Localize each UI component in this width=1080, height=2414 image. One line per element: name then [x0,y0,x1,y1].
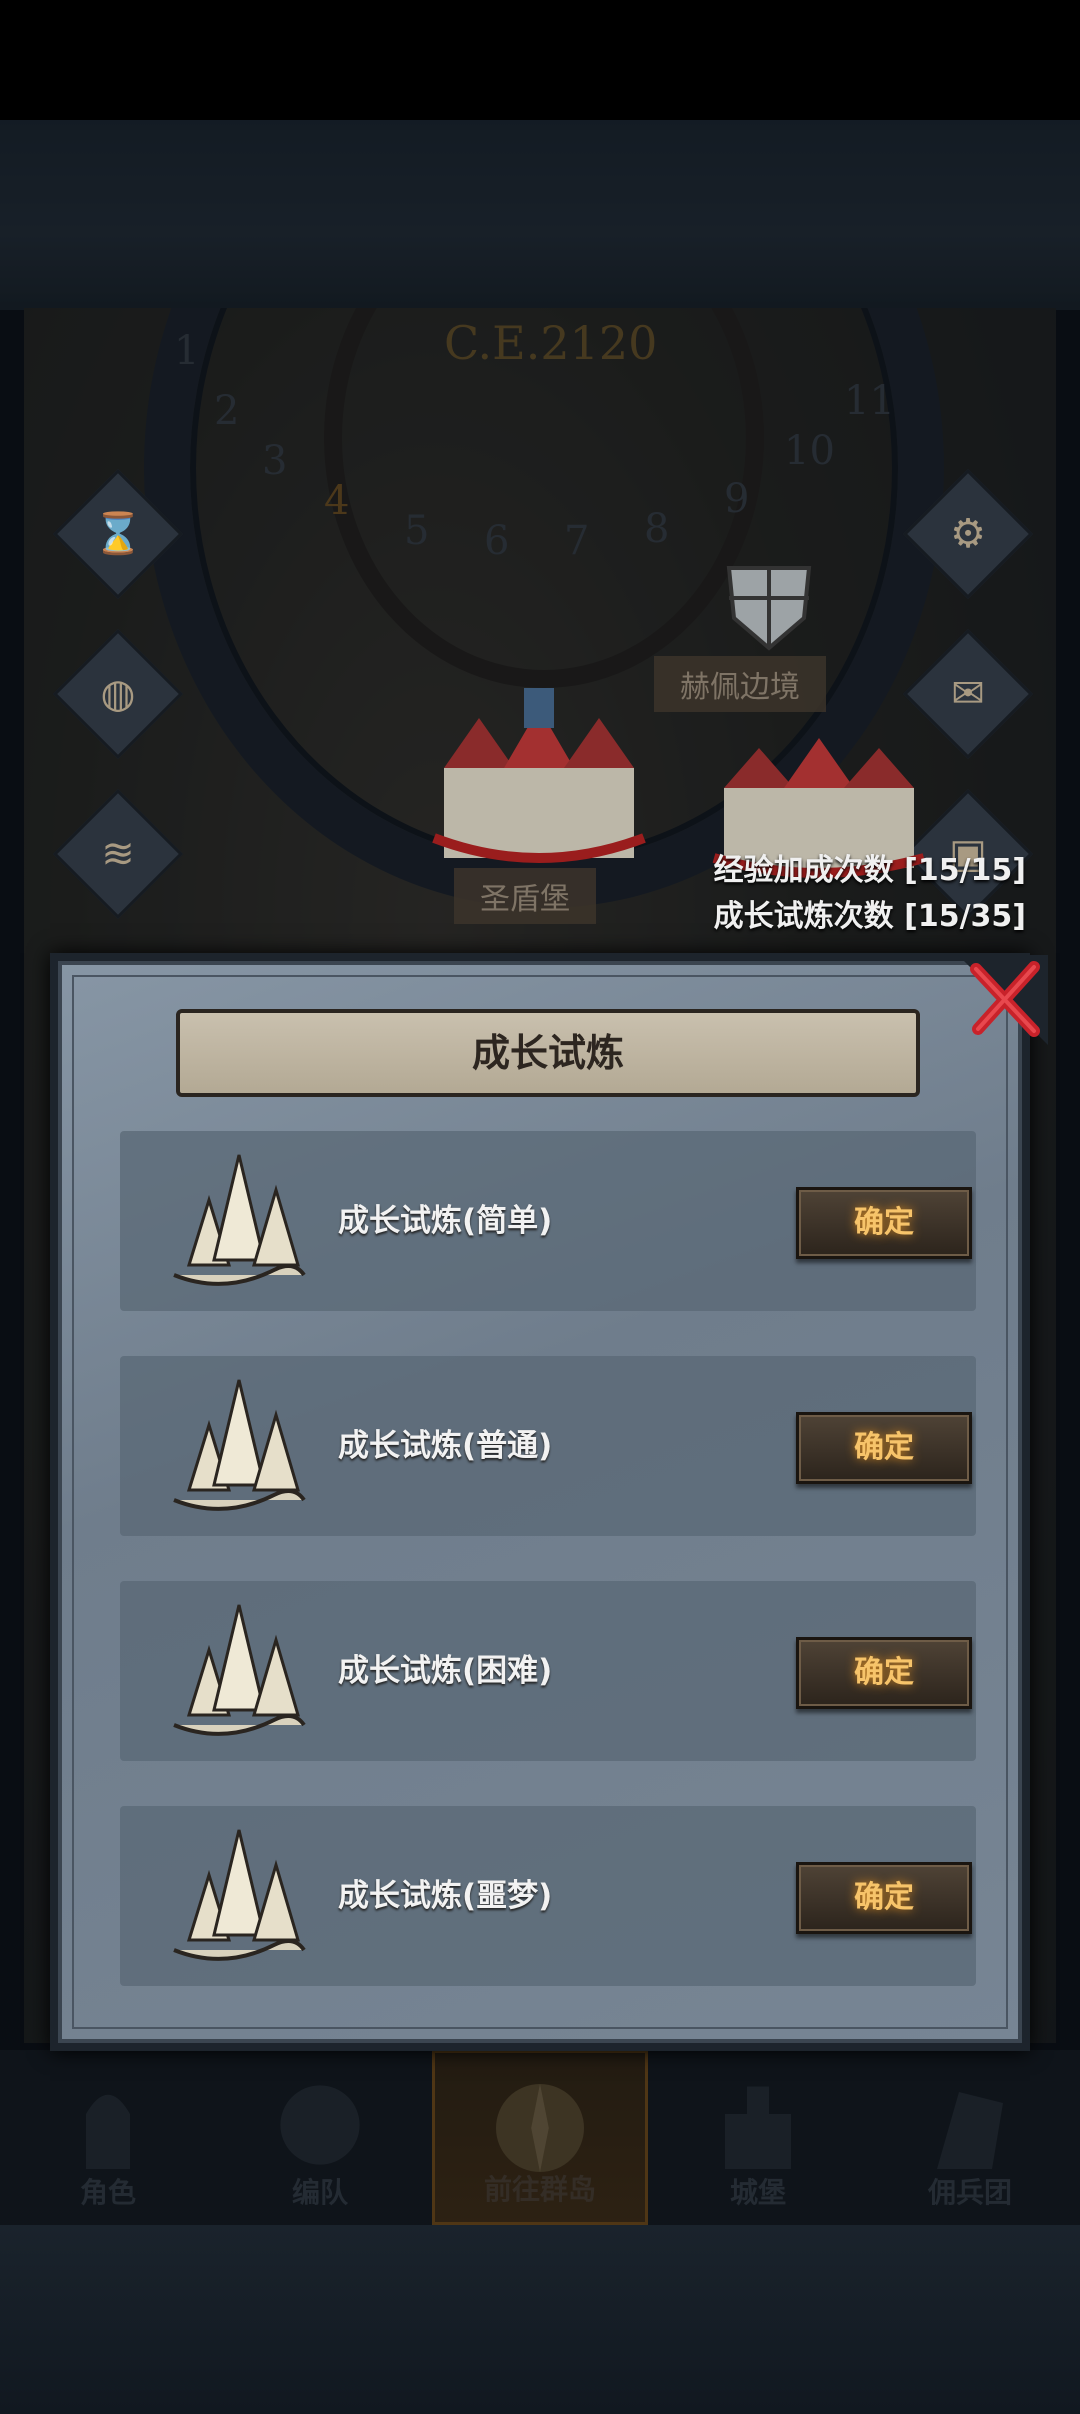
location-label-shengdun[interactable]: 圣盾堡 [454,868,596,924]
growth-trial-dialog: 成长试炼 成长试炼(简单) 确定 成长试炼(普通) 确定 成长试炼(困难) 确定… [50,953,1048,2051]
castle-shengdun-icon[interactable] [424,688,654,868]
forest-icon [173,1379,306,1511]
trial-label: 成长试炼(简单) [338,1203,553,1239]
confirm-button-normal[interactable]: 确定 [796,1412,972,1484]
trial-row-easy: 成长试炼(简单) 确定 [120,1131,976,1311]
trial-label: 成长试炼(噩梦) [338,1878,553,1914]
attempt-counters: 经验加成次数 [15/15] 成长试炼次数 [15/35] [714,848,1026,940]
dialog-title: 成长试炼 [176,1009,920,1097]
forest-icon [173,1154,306,1286]
growth-trial-counter: 成长试炼次数 [15/35] [713,899,1026,934]
close-icon[interactable] [958,955,1048,1045]
trial-label: 成长试炼(普通) [338,1428,553,1464]
trial-row-nightmare: 成长试炼(噩梦) 确定 [120,1806,976,1986]
confirm-button-easy[interactable]: 确定 [796,1187,972,1259]
trial-row-normal: 成长试炼(普通) 确定 [120,1356,976,1536]
confirm-button-hard[interactable]: 确定 [796,1637,972,1709]
trial-label: 成长试炼(困难) [338,1653,553,1689]
shield-outpost-icon[interactable] [714,548,824,658]
bottom-band [0,2225,1080,2414]
trial-row-hard: 成长试炼(困难) 确定 [120,1581,976,1761]
status-bar-area [0,0,1080,120]
location-label-hepei[interactable]: 赫佩边境 [654,656,826,712]
forest-icon [173,1604,306,1736]
exp-bonus-counter: 经验加成次数 [15/15] [713,853,1026,888]
confirm-button-nightmare[interactable]: 确定 [796,1862,972,1934]
forest-icon [173,1829,306,1961]
